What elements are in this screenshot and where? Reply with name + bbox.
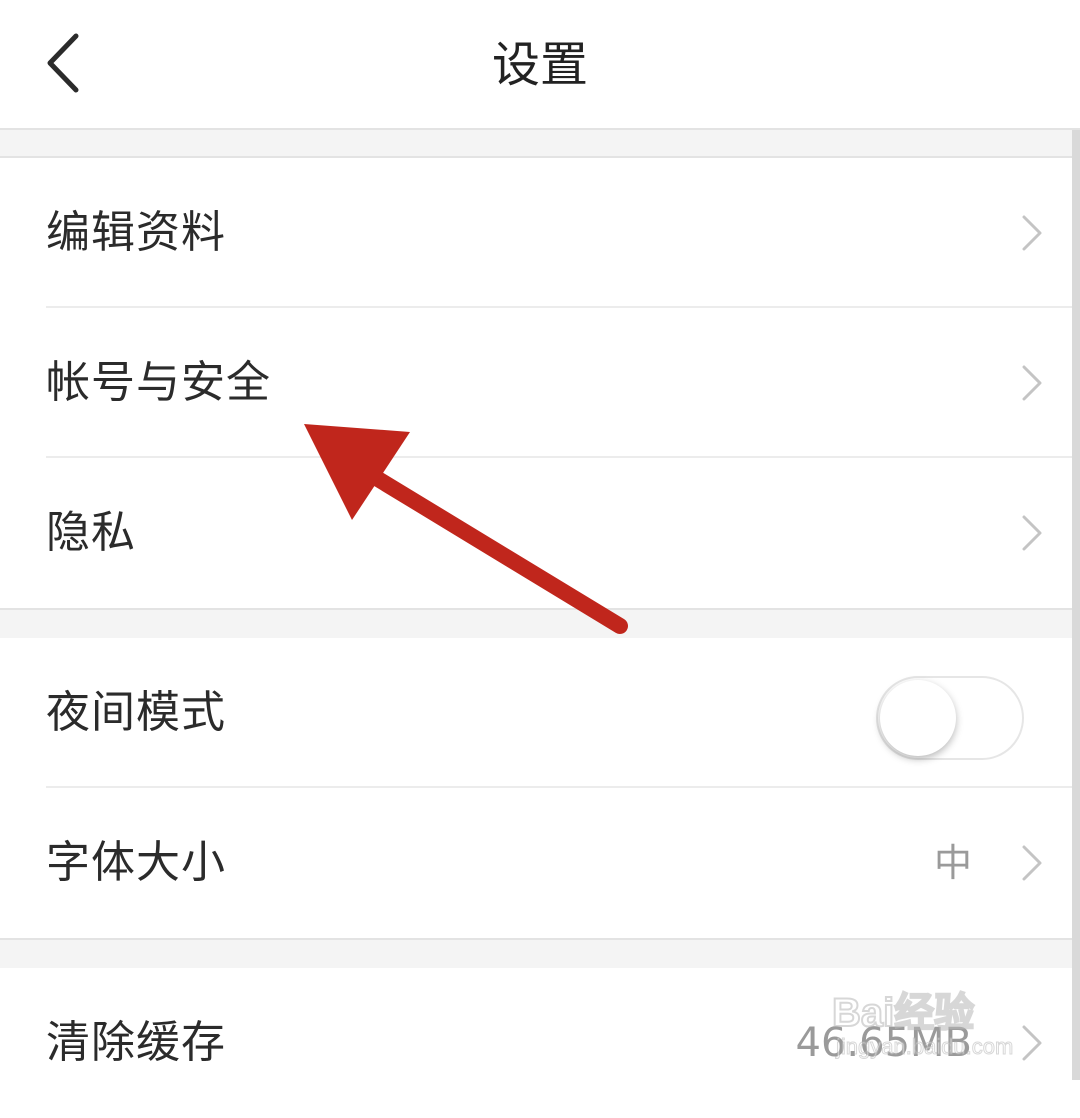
settings-item-label: 清除缓存 [46, 1017, 226, 1068]
app-header: 设置 [0, 0, 1080, 130]
settings-item-label: 夜间模式 [46, 687, 226, 738]
settings-item-font-size[interactable]: 字体大小 中 [0, 788, 1080, 938]
settings-item-label: 编辑资料 [46, 207, 226, 258]
page-title: 设置 [491, 37, 588, 93]
settings-item-label: 帐号与安全 [46, 357, 271, 408]
settings-item-label: 隐私 [46, 507, 136, 558]
settings-item-night-mode: 夜间模式 [0, 638, 1080, 788]
section-gap [0, 608, 1080, 640]
chevron-right-icon [1022, 215, 1042, 251]
chevron-right-icon [1022, 515, 1042, 551]
chevron-right-icon [1022, 365, 1042, 401]
night-mode-toggle[interactable] [876, 676, 1024, 760]
settings-item-clear-cache[interactable]: 清除缓存 46.65MB [0, 968, 1080, 1118]
settings-item-edit-profile[interactable]: 编辑资料 [0, 158, 1080, 308]
scrollbar[interactable] [1072, 130, 1080, 1080]
settings-item-privacy[interactable]: 隐私 [0, 458, 1080, 608]
section-gap [0, 938, 1080, 970]
chevron-right-icon [1022, 1025, 1042, 1061]
toggle-knob [880, 680, 956, 756]
cache-size-value: 46.65MB [795, 1020, 972, 1066]
chevron-right-icon [1022, 845, 1042, 881]
settings-item-label: 字体大小 [46, 837, 226, 888]
settings-item-account-security[interactable]: 帐号与安全 [0, 308, 1080, 458]
font-size-value: 中 [933, 841, 972, 885]
section-gap [0, 130, 1080, 158]
